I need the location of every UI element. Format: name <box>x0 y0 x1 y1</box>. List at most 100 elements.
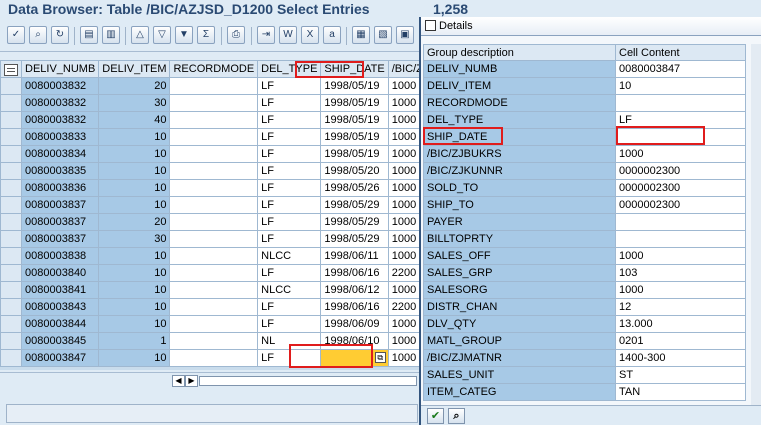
choose-layout-icon[interactable]: ▧ <box>374 26 392 44</box>
column-deliv-item-cell[interactable]: 10 <box>98 281 171 299</box>
column-deliv-item-cell[interactable]: 30 <box>98 230 171 248</box>
column-deliv-numb-cell[interactable]: 0080003832 <box>20 94 100 112</box>
field-value-cell[interactable]: TAN <box>615 383 746 401</box>
table-row[interactable]: 0080003832 30 LF 1998/05/19 1000 <box>0 94 420 112</box>
column-deliv-item-cell[interactable]: 30 <box>98 94 171 112</box>
column-deliv-item-cell[interactable]: 10 <box>98 298 171 316</box>
scroll-right-icon[interactable]: ▶ <box>185 375 198 387</box>
table-row[interactable]: 0080003832 20 LF 1998/05/19 1000 <box>0 77 420 95</box>
field-value-cell[interactable]: 0201 <box>615 332 746 350</box>
column-del-type-cell[interactable]: NLCC <box>257 281 322 299</box>
column-deliv-item-cell[interactable]: 20 <box>98 77 171 95</box>
field-value-cell[interactable]: 0080003847 <box>615 60 746 78</box>
field-value-cell[interactable]: ST <box>615 366 746 384</box>
select-all-cell[interactable] <box>0 60 22 78</box>
column-deliv-item-cell[interactable]: 1 <box>98 332 171 350</box>
column-recordmode-cell[interactable] <box>169 111 259 129</box>
row-selector[interactable] <box>0 349 22 367</box>
row-selector[interactable] <box>0 332 22 350</box>
details-row[interactable]: SOLD_TO 0000002300 <box>423 179 746 197</box>
column-ship-date-cell[interactable]: 1998/05/19 <box>320 77 389 95</box>
ship-date-edit-field[interactable]: ⧉ <box>320 349 389 367</box>
column-recordmode-cell[interactable] <box>169 196 259 214</box>
row-selector[interactable] <box>0 145 22 163</box>
column-ship-date-cell[interactable]: 1998/06/12 <box>320 281 389 299</box>
scroll-left-icon[interactable]: ◀ <box>172 375 185 387</box>
column-bic-zjb-cell[interactable]: 1000 <box>387 315 420 333</box>
column-recordmode-cell[interactable] <box>169 94 259 112</box>
row-selector[interactable] <box>0 162 22 180</box>
column-deliv-numb-cell[interactable]: 0080003845 <box>20 332 100 350</box>
column-bic-zjb-cell[interactable]: 1000 <box>387 332 420 350</box>
row-selector[interactable] <box>0 128 22 146</box>
table-row[interactable]: 0080003837 10 LF 1998/05/29 1000 <box>0 196 420 214</box>
column-recordmode-cell[interactable] <box>169 264 259 282</box>
details-row[interactable]: BILLTOPRTY <box>423 230 746 248</box>
details-row[interactable]: SALES_UNIT ST <box>423 366 746 384</box>
horizontal-scrollbar[interactable]: ◀ ▶ <box>0 372 420 389</box>
column-deliv-numb-cell[interactable]: 0080003833 <box>20 128 100 146</box>
details-row[interactable]: ITEM_CATEG TAN <box>423 383 746 401</box>
table-row[interactable]: 0080003837 20 LF 1998/05/29 1000 <box>0 213 420 231</box>
column-ship-date-cell[interactable]: 1998/05/20 <box>320 162 389 180</box>
deselect-icon[interactable]: ▥ <box>102 26 120 44</box>
table-row[interactable]: 0080003840 10 LF 1998/06/16 2200 <box>0 264 420 282</box>
field-value-cell[interactable]: 1000 <box>615 281 746 299</box>
column-recordmode-cell[interactable] <box>169 349 259 367</box>
save-layout-icon[interactable]: ▣ <box>396 26 414 44</box>
column-deliv-numb-cell[interactable]: 0080003837 <box>20 213 100 231</box>
column-recordmode-header[interactable]: RECORDMODE <box>169 60 259 78</box>
field-value-cell[interactable] <box>615 94 746 112</box>
column-deliv-item-header[interactable]: DELIV_ITEM <box>98 60 171 78</box>
column-del-type-cell[interactable]: LF <box>257 315 322 333</box>
details-row[interactable]: /BIC/ZJKUNNR 0000002300 <box>423 162 746 180</box>
table-row[interactable]: 0080003834 10 LF 1998/05/19 1000 <box>0 145 420 163</box>
column-del-type-cell[interactable]: LF <box>257 298 322 316</box>
column-ship-date-cell[interactable]: 1998/05/26 <box>320 179 389 197</box>
column-bic-zjb-cell[interactable]: 1000 <box>387 179 420 197</box>
column-deliv-numb-cell[interactable]: 0080003834 <box>20 145 100 163</box>
row-selector[interactable] <box>0 94 22 112</box>
column-deliv-numb-cell[interactable]: 0080003832 <box>20 77 100 95</box>
row-selector[interactable] <box>0 77 22 95</box>
field-value-cell[interactable] <box>615 213 746 231</box>
column-deliv-item-cell[interactable]: 10 <box>98 264 171 282</box>
column-ship-date-cell[interactable]: 1998/05/29 <box>320 196 389 214</box>
table-row[interactable]: 0080003845 1 NL 1998/06/10 1000 <box>0 332 420 350</box>
column-bic-zjb-cell[interactable]: 2200 <box>387 264 420 282</box>
column-deliv-numb-cell[interactable]: 0080003835 <box>20 162 100 180</box>
column-del-type-cell[interactable]: LF <box>257 349 322 367</box>
table-row[interactable]: 0080003832 40 LF 1998/05/19 1000 <box>0 111 420 129</box>
table-row[interactable]: 0080003835 10 LF 1998/05/20 1000 <box>0 162 420 180</box>
column-del-type-cell[interactable]: LF <box>257 145 322 163</box>
row-selector[interactable] <box>0 111 22 129</box>
field-value-cell[interactable]: 12 <box>615 298 746 316</box>
sum-icon[interactable]: Σ <box>197 26 215 44</box>
details-row[interactable]: DISTR_CHAN 12 <box>423 298 746 316</box>
column-del-type-cell[interactable]: LF <box>257 264 322 282</box>
column-bic-zjb-cell[interactable]: 1000 <box>387 162 420 180</box>
column-bic-zjb-cell[interactable]: 1000 <box>387 94 420 112</box>
column-recordmode-cell[interactable] <box>169 281 259 299</box>
details-row[interactable]: SHIP_DATE <box>423 128 746 146</box>
column-deliv-numb-cell[interactable]: 0080003838 <box>20 247 100 265</box>
field-value-cell[interactable]: 0000002300 <box>615 179 746 197</box>
column-bic-zjb-cell[interactable]: 1000 <box>387 77 420 95</box>
column-bic-zjb-cell[interactable]: 1000 <box>387 281 420 299</box>
column-ship-date-cell[interactable]: 1998/06/11 <box>320 247 389 265</box>
column-recordmode-cell[interactable] <box>169 213 259 231</box>
column-del-type-cell[interactable]: NL <box>257 332 322 350</box>
column-recordmode-cell[interactable] <box>169 315 259 333</box>
column-deliv-numb-cell[interactable]: 0080003836 <box>20 179 100 197</box>
field-value-cell[interactable]: 1000 <box>615 247 746 265</box>
layout-icon[interactable]: ▦ <box>352 26 370 44</box>
row-selector[interactable] <box>0 247 22 265</box>
column-recordmode-cell[interactable] <box>169 77 259 95</box>
column-bic-zjb-cell[interactable]: 2200 <box>387 298 420 316</box>
column-bic-zjb-cell[interactable]: 1000 <box>387 196 420 214</box>
export-icon[interactable]: ⇥ <box>257 26 275 44</box>
details-row[interactable]: PAYER <box>423 213 746 231</box>
column-del-type-cell[interactable]: LF <box>257 230 322 248</box>
details-icon[interactable]: ⌕ <box>29 26 47 44</box>
column-ship-date-cell[interactable]: 1998/06/10 <box>320 332 389 350</box>
